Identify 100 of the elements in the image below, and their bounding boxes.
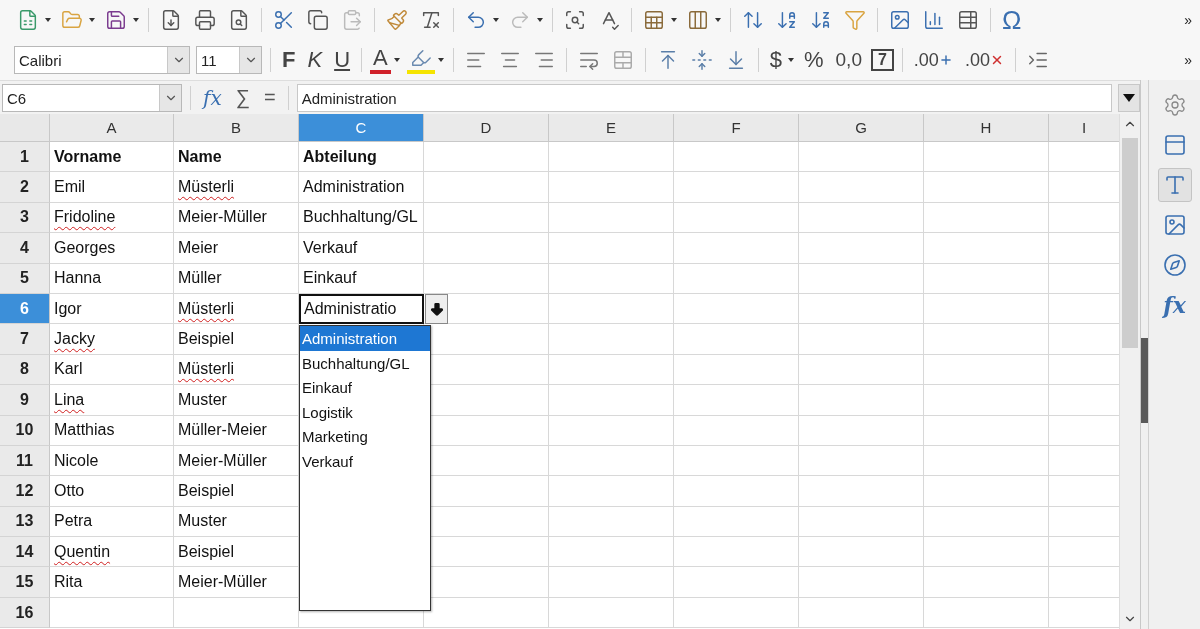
row-header[interactable]: 4 xyxy=(0,233,50,264)
table-cell: Meier-Müller xyxy=(174,567,299,598)
formula-input-field[interactable]: Administration xyxy=(296,83,1112,112)
table-cell: Meier xyxy=(174,233,299,264)
dropdown-button[interactable] xyxy=(425,293,448,324)
caret-icon[interactable] xyxy=(714,17,722,23)
function-wizard-button[interactable]: fx xyxy=(199,85,226,110)
currency-button[interactable]: $ xyxy=(766,44,785,76)
table-cell: Emil xyxy=(50,172,174,203)
equals-button[interactable]: = xyxy=(259,86,280,109)
column-header[interactable]: F xyxy=(674,114,799,142)
caret-icon[interactable] xyxy=(436,57,445,63)
caret-icon[interactable] xyxy=(44,17,52,23)
row-header[interactable]: 12 xyxy=(0,476,50,507)
table-cell: Meier-Müller xyxy=(174,445,299,477)
date-format-button[interactable]: 7 xyxy=(870,49,894,71)
list-item[interactable]: Buchhaltung/GL xyxy=(300,350,430,376)
add-decimal-button[interactable]: .00 xyxy=(910,44,956,76)
overflow-button[interactable]: » xyxy=(1182,12,1194,28)
table-cell: Verkauf xyxy=(299,233,424,264)
column-header[interactable]: G xyxy=(799,114,924,142)
table-cell: Hanna xyxy=(50,263,174,294)
row-header[interactable]: 5 xyxy=(0,263,50,294)
table-cell: Beispiel xyxy=(174,476,299,507)
table-cell: Beispiel xyxy=(174,324,299,355)
table-cell: Abteilung xyxy=(299,142,424,173)
plus-icon xyxy=(938,53,953,67)
list-item[interactable]: Marketing xyxy=(300,424,430,449)
styles-icon[interactable] xyxy=(1157,168,1192,202)
number-format-button[interactable]: 0,0 xyxy=(832,44,865,76)
table-cell: Otto xyxy=(50,476,174,507)
arrow-down-icon xyxy=(428,300,445,317)
table-cell: Einkauf xyxy=(299,263,424,294)
expand-button[interactable] xyxy=(1118,83,1140,112)
column-header[interactable]: I xyxy=(1049,114,1119,142)
table-cell: Jacky xyxy=(50,324,174,355)
active-cell[interactable]: Administratio xyxy=(299,293,424,325)
column-header[interactable]: A xyxy=(50,114,174,142)
sidebar-handle[interactable] xyxy=(1141,338,1148,423)
row-header[interactable]: 2 xyxy=(0,172,50,203)
list-item[interactable]: Administration xyxy=(300,326,430,351)
row-header[interactable]: 13 xyxy=(0,506,50,538)
caret-icon[interactable] xyxy=(786,57,795,63)
caret-icon[interactable] xyxy=(132,17,140,23)
table-cell: Name xyxy=(174,142,299,173)
underline-button[interactable]: U xyxy=(331,44,354,76)
scrollbar-thumb[interactable] xyxy=(1122,138,1138,348)
list-item[interactable]: Logistik xyxy=(300,399,430,425)
table-cell: Matthias xyxy=(50,415,174,446)
functions-button[interactable]: fx xyxy=(1157,288,1192,322)
column-header[interactable]: B xyxy=(174,114,299,142)
percent-button[interactable]: % xyxy=(800,44,827,76)
table-cell: Petra xyxy=(50,506,174,538)
table-cell: Muster xyxy=(174,385,299,416)
row-header[interactable]: 9 xyxy=(0,385,50,416)
row-header[interactable]: 1 xyxy=(0,142,50,173)
row-header[interactable]: 14 xyxy=(0,537,50,568)
triangle-down-icon xyxy=(1123,93,1135,102)
caret-icon[interactable] xyxy=(536,17,544,23)
row-header[interactable]: 7 xyxy=(0,324,50,355)
bold-button[interactable]: F xyxy=(279,44,299,76)
row-header[interactable]: 11 xyxy=(0,445,50,477)
table-cell: Rita xyxy=(50,567,174,598)
caret-icon[interactable] xyxy=(670,17,678,23)
table-cell: Georges xyxy=(50,233,174,264)
table-cell: Müsterli xyxy=(174,354,299,386)
caret-icon[interactable] xyxy=(492,17,500,23)
row-header[interactable]: 15 xyxy=(0,567,50,598)
table-cell: Müsterli xyxy=(174,172,299,203)
row-header[interactable]: 3 xyxy=(0,202,50,234)
table-cell: Lina xyxy=(50,385,174,416)
column-header[interactable]: D xyxy=(424,114,549,142)
table-cell: Administration xyxy=(299,172,424,203)
list-item[interactable]: Einkauf xyxy=(300,375,430,400)
row-header[interactable]: 16 xyxy=(0,597,50,629)
table-cell: Muster xyxy=(174,506,299,538)
overflow-button[interactable]: » xyxy=(1182,52,1194,68)
table-cell: Igor xyxy=(50,293,174,325)
table-cell: Vorname xyxy=(50,142,174,173)
table-cell: Karl xyxy=(50,354,174,386)
sum-button[interactable]: ∑ xyxy=(231,86,254,109)
table-cell: Meier-Müller xyxy=(174,202,299,234)
caret-icon[interactable] xyxy=(88,17,96,23)
table-cell: Quentin xyxy=(50,537,174,568)
list-item[interactable]: Verkauf xyxy=(300,448,430,474)
table-cell: Beispiel xyxy=(174,537,299,568)
row-header[interactable]: 10 xyxy=(0,415,50,446)
caret-icon[interactable] xyxy=(392,57,401,63)
row-header[interactable]: 8 xyxy=(0,354,50,386)
delete-decimal-button[interactable]: .00 xyxy=(961,44,1007,76)
special-character-button[interactable]: Ω xyxy=(999,4,1025,36)
column-header[interactable]: E xyxy=(549,114,674,142)
table-cell: Fridoline xyxy=(50,202,174,234)
table-cell: Buchhaltung/GL xyxy=(299,202,424,234)
font-color-button[interactable]: A xyxy=(370,46,391,74)
column-header[interactable]: H xyxy=(924,114,1049,142)
cell-text: Administratio xyxy=(304,300,397,319)
table-cell: Müller xyxy=(174,263,299,294)
italic-button[interactable]: K xyxy=(304,44,326,76)
table-cell: Müller-Meier xyxy=(174,415,299,446)
